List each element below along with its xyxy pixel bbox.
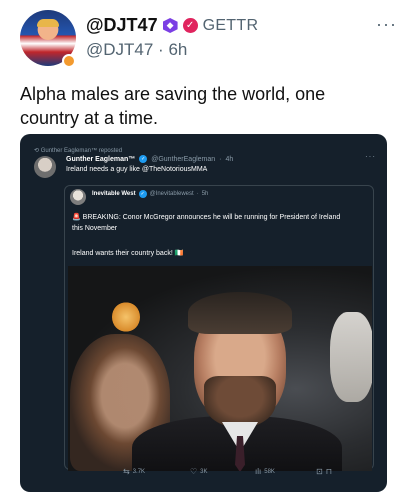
share-icon[interactable]: ⊡	[316, 467, 323, 476]
quoted-breaking-text: BREAKING: Conor McGregor announces he wi…	[82, 214, 341, 221]
embedded-screenshot[interactable]: ⟲ Gunther Eagleman™ reposted Gunther Eag…	[20, 134, 387, 492]
embed-author-avatar[interactable]	[34, 156, 56, 178]
bookmark-icon[interactable]: ⊓	[326, 467, 332, 476]
news-photo[interactable]	[68, 266, 372, 471]
avatar-hair	[37, 19, 59, 27]
dot-separator: ·	[196, 191, 199, 197]
reply-action[interactable]: ⇆ 3.7K	[123, 467, 145, 476]
display-name[interactable]: @DJT47	[86, 15, 158, 36]
views-action[interactable]: ılı 58K	[255, 467, 275, 476]
quoted-post[interactable]: Inevitable West ✓ @Inevitablewest · 5h 🚨…	[64, 185, 374, 471]
post-time[interactable]: 6h	[168, 40, 187, 59]
post-text: Alpha males are saving the world, one co…	[20, 84, 326, 128]
verified-check-icon: ✓	[139, 155, 148, 163]
repost-label: ⟲ Gunther Eagleman™ reposted	[34, 147, 122, 154]
like-action[interactable]: ♡ 3K	[190, 467, 208, 476]
quoted-text-line-2: this November	[72, 225, 118, 232]
quoted-author-line: Inevitable West ✓ @Inevitablewest · 5h	[92, 190, 208, 198]
quoted-post-time: 5h	[201, 191, 209, 197]
heart-icon: ♡	[190, 467, 198, 476]
like-count: 3K	[200, 468, 208, 475]
hair	[188, 292, 292, 334]
purple-hexagon-badge-icon: ◆	[162, 18, 178, 33]
view-count: 58K	[264, 468, 275, 475]
beard	[204, 376, 276, 428]
embed-author-name[interactable]: Gunther Eagleman™	[66, 156, 135, 163]
post-header: @DJT47 ◆ ✓ GETTR @DJT47 · 6h ···	[20, 10, 396, 72]
embed-author-handle[interactable]: @GuntherEagleman	[151, 156, 215, 163]
action-bar: ⇆ 3.7K ♡ 3K ılı 58K ⊡ ⊓	[20, 467, 387, 479]
dot-separator: ·	[219, 155, 222, 163]
siren-icon: 🚨	[72, 214, 83, 221]
embed-author-line: Gunther Eagleman™ ✓ @GuntherEagleman · 4…	[66, 155, 233, 163]
quoted-text-line-1: 🚨 BREAKING: Conor McGregor announces he …	[72, 213, 340, 221]
handle-line: @DJT47 · 6h	[86, 40, 187, 60]
more-options-button[interactable]: ···	[376, 14, 397, 35]
quoted-author-avatar[interactable]	[70, 189, 86, 205]
bookmark-actions[interactable]: ⊡ ⊓	[316, 467, 332, 476]
quoted-text-line-3: Ireland wants their country back! 🇮🇪	[72, 250, 184, 257]
embed-author-time: 4h	[225, 155, 234, 163]
repost-icon: ⟲	[34, 148, 41, 154]
embed-author-text: Ireland needs a guy like @TheNotoriousMM…	[66, 166, 208, 173]
quoted-author-handle[interactable]: @Inevitablewest	[150, 191, 194, 197]
quoted-author-name[interactable]: Inevitable West	[92, 191, 136, 197]
embed-more-button[interactable]: ···	[365, 152, 376, 161]
platform-label: GETTR	[202, 16, 259, 34]
reply-icon: ⇆	[123, 467, 130, 476]
views-icon: ılı	[255, 467, 262, 476]
bokeh-light	[112, 302, 140, 332]
avatar-badge-icon	[62, 54, 76, 68]
verified-check-icon: ✓	[182, 18, 198, 33]
repost-label-text: Gunther Eagleman™ reposted	[40, 148, 123, 154]
reply-count: 3.7K	[132, 468, 146, 475]
separator: ·	[153, 40, 169, 59]
name-line: @DJT47 ◆ ✓ GETTR	[86, 15, 258, 36]
verified-check-icon: ✓	[138, 190, 147, 198]
background-figure	[330, 312, 372, 402]
handle[interactable]: @DJT47	[86, 40, 153, 59]
